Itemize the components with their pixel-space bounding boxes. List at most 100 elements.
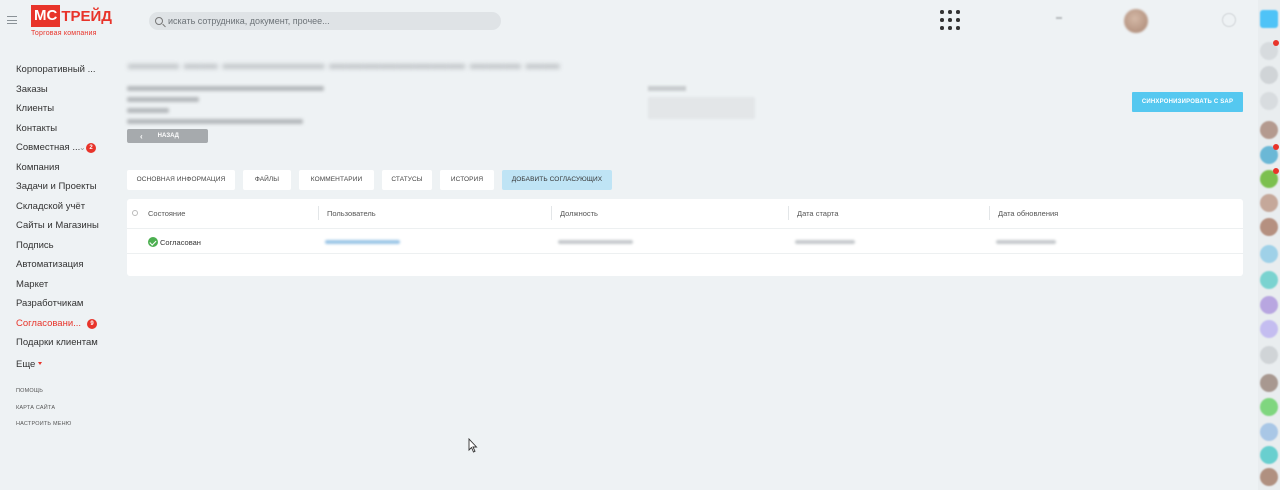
- top-header: МС ТРЕЙД Торговая компания: [0, 0, 1258, 44]
- column-divider[interactable]: [788, 206, 789, 220]
- column-header[interactable]: Состояние: [148, 209, 185, 218]
- right-sidebar-avatar[interactable]: [1260, 468, 1278, 486]
- sidebar-item-label: Складской учёт: [16, 200, 86, 212]
- column-header[interactable]: Должность: [560, 209, 598, 218]
- right-sidebar-avatar[interactable]: [1260, 374, 1278, 392]
- chevron-down-icon[interactable]: ⌄: [79, 138, 86, 158]
- column-divider[interactable]: [551, 206, 552, 220]
- sidebar-item[interactable]: Задачи и Проекты: [0, 177, 120, 197]
- column-divider[interactable]: [318, 206, 319, 220]
- tab-main-info[interactable]: ОСНОВНАЯ ИНФОРМАЦИЯ: [127, 170, 235, 190]
- right-sidebar-avatar[interactable]: [1260, 218, 1278, 236]
- sidebar-item-label: Контакты: [16, 122, 58, 134]
- sidebar-item[interactable]: Разработчикам: [0, 294, 120, 314]
- avatar[interactable]: [1124, 9, 1148, 33]
- sync-sap-button[interactable]: СИНХРОНИЗИРОВАТЬ С SAP: [1132, 92, 1243, 112]
- sidebar-item-label: Еще: [16, 358, 36, 370]
- notification-badge: [1273, 168, 1279, 174]
- sidebar-item-label: Разработчикам: [16, 298, 84, 309]
- right-sidebar-avatar[interactable]: [1260, 296, 1278, 314]
- sidebar-item-label: Подарки клиентам: [16, 337, 98, 348]
- sitemap-link[interactable]: КАРТА САЙТА: [16, 405, 72, 422]
- info-line: [127, 97, 199, 102]
- sidebar-item-label: Маркет: [16, 278, 49, 290]
- info-line: [127, 86, 324, 91]
- start-date-cell: [795, 240, 855, 244]
- sidebar-item-label: Подпись: [16, 239, 54, 251]
- page-title: ▬▬▬ ▬▬ ▬▬▬▬▬▬ ▬▬▬▬▬▬▬▬ ▬▬▬ ▬▬: [128, 54, 560, 73]
- sidebar: Корпоративный ... Заказы Клиенты Контакты Со…: [0, 60, 120, 374]
- column-header[interactable]: Дата старта: [797, 209, 839, 218]
- column-header[interactable]: Дата обновления: [998, 209, 1058, 218]
- sidebar-item[interactable]: Подпись: [0, 236, 120, 256]
- check-icon: [148, 237, 158, 247]
- logo-mc: МС: [31, 5, 61, 27]
- sidebar-item[interactable]: Компания: [0, 158, 120, 178]
- sidebar-item[interactable]: Подарки клиентам: [0, 333, 120, 353]
- notification-badge: [1273, 144, 1279, 150]
- right-sidebar: [1258, 0, 1280, 490]
- sidebar-item[interactable]: Заказы: [0, 80, 120, 100]
- update-date-cell: [996, 240, 1056, 244]
- right-sidebar-avatar[interactable]: [1260, 245, 1278, 263]
- status-cell: Согласован: [148, 237, 201, 247]
- menu-icon[interactable]: [7, 16, 17, 24]
- sidebar-item[interactable]: Согласовани... 9: [0, 314, 120, 334]
- sidebar-item-label: Совместная ...: [16, 142, 81, 153]
- right-sidebar-avatar[interactable]: [1260, 121, 1278, 139]
- right-sidebar-avatar[interactable]: [1260, 446, 1278, 464]
- right-sidebar-avatar[interactable]: [1260, 66, 1278, 84]
- help-icon[interactable]: [1222, 13, 1236, 27]
- sidebar-item[interactable]: Клиенты: [0, 99, 120, 119]
- status-text: Согласован: [160, 237, 201, 247]
- right-sidebar-avatar[interactable]: [1260, 10, 1278, 28]
- column-divider[interactable]: [989, 206, 990, 220]
- info-line: [127, 119, 303, 124]
- right-sidebar-avatar[interactable]: [1260, 194, 1278, 212]
- tab-statuses[interactable]: СТАТУСЫ: [382, 170, 432, 190]
- apps-grid-icon[interactable]: [940, 10, 960, 30]
- caret-down-icon: [38, 362, 43, 366]
- right-sidebar-avatar[interactable]: [1260, 398, 1278, 416]
- sidebar-item-label: Заказы: [16, 83, 48, 95]
- configure-menu-link[interactable]: НАСТРОИТЬ МЕНЮ: [16, 421, 72, 438]
- back-button-label: НАЗАД: [157, 133, 179, 139]
- field-value: [648, 97, 755, 119]
- search-bar[interactable]: [149, 12, 501, 30]
- sidebar-item-label: Компания: [16, 161, 60, 173]
- logo-subtitle: Торговая компания: [31, 30, 97, 37]
- sidebar-item[interactable]: Маркет: [0, 275, 120, 295]
- help-link[interactable]: ПОМОЩЬ: [16, 388, 72, 405]
- search-icon: [155, 17, 163, 25]
- right-sidebar-avatar[interactable]: [1260, 346, 1278, 364]
- divider: [127, 253, 1243, 254]
- back-button[interactable]: ‹ НАЗАД: [127, 129, 208, 143]
- sidebar-item[interactable]: Корпоративный ...: [0, 60, 120, 80]
- sidebar-item[interactable]: Контакты: [0, 119, 120, 139]
- right-sidebar-avatar[interactable]: [1260, 271, 1278, 289]
- right-sidebar-avatar[interactable]: [1260, 423, 1278, 441]
- user-link[interactable]: [325, 240, 400, 244]
- logo-text: ТРЕЙД: [61, 7, 112, 25]
- tab-files[interactable]: ФАЙЛЫ: [243, 170, 291, 190]
- gear-icon[interactable]: [132, 210, 138, 216]
- clock-toggle-icon[interactable]: [1056, 17, 1062, 19]
- column-header[interactable]: Пользователь: [327, 209, 376, 218]
- sidebar-item[interactable]: Сайты и Магазины: [0, 216, 120, 236]
- tab-comments[interactable]: КОММЕНТАРИИ: [299, 170, 374, 190]
- company-logo[interactable]: МС ТРЕЙД Торговая компания: [31, 5, 112, 37]
- counter-badge: 2: [86, 143, 96, 153]
- sidebar-item-label: Автоматизация: [16, 259, 84, 270]
- sidebar-item-label: Клиенты: [16, 103, 55, 114]
- search-input[interactable]: [168, 16, 468, 26]
- sidebar-item[interactable]: Еще: [0, 355, 120, 375]
- sidebar-item[interactable]: Складской учёт: [0, 197, 120, 217]
- right-sidebar-avatar[interactable]: [1260, 92, 1278, 110]
- sidebar-item-label: Согласовани...: [16, 317, 82, 329]
- tab-history[interactable]: ИСТОРИЯ: [440, 170, 494, 190]
- add-approvers-button[interactable]: ДОБАВИТЬ СОГЛАСУЮЩИХ: [502, 170, 612, 190]
- divider: [127, 228, 1243, 229]
- sidebar-item[interactable]: Автоматизация: [0, 255, 120, 275]
- sidebar-item[interactable]: Совместная ... ⌄ 2: [0, 138, 120, 158]
- right-sidebar-avatar[interactable]: [1260, 320, 1278, 338]
